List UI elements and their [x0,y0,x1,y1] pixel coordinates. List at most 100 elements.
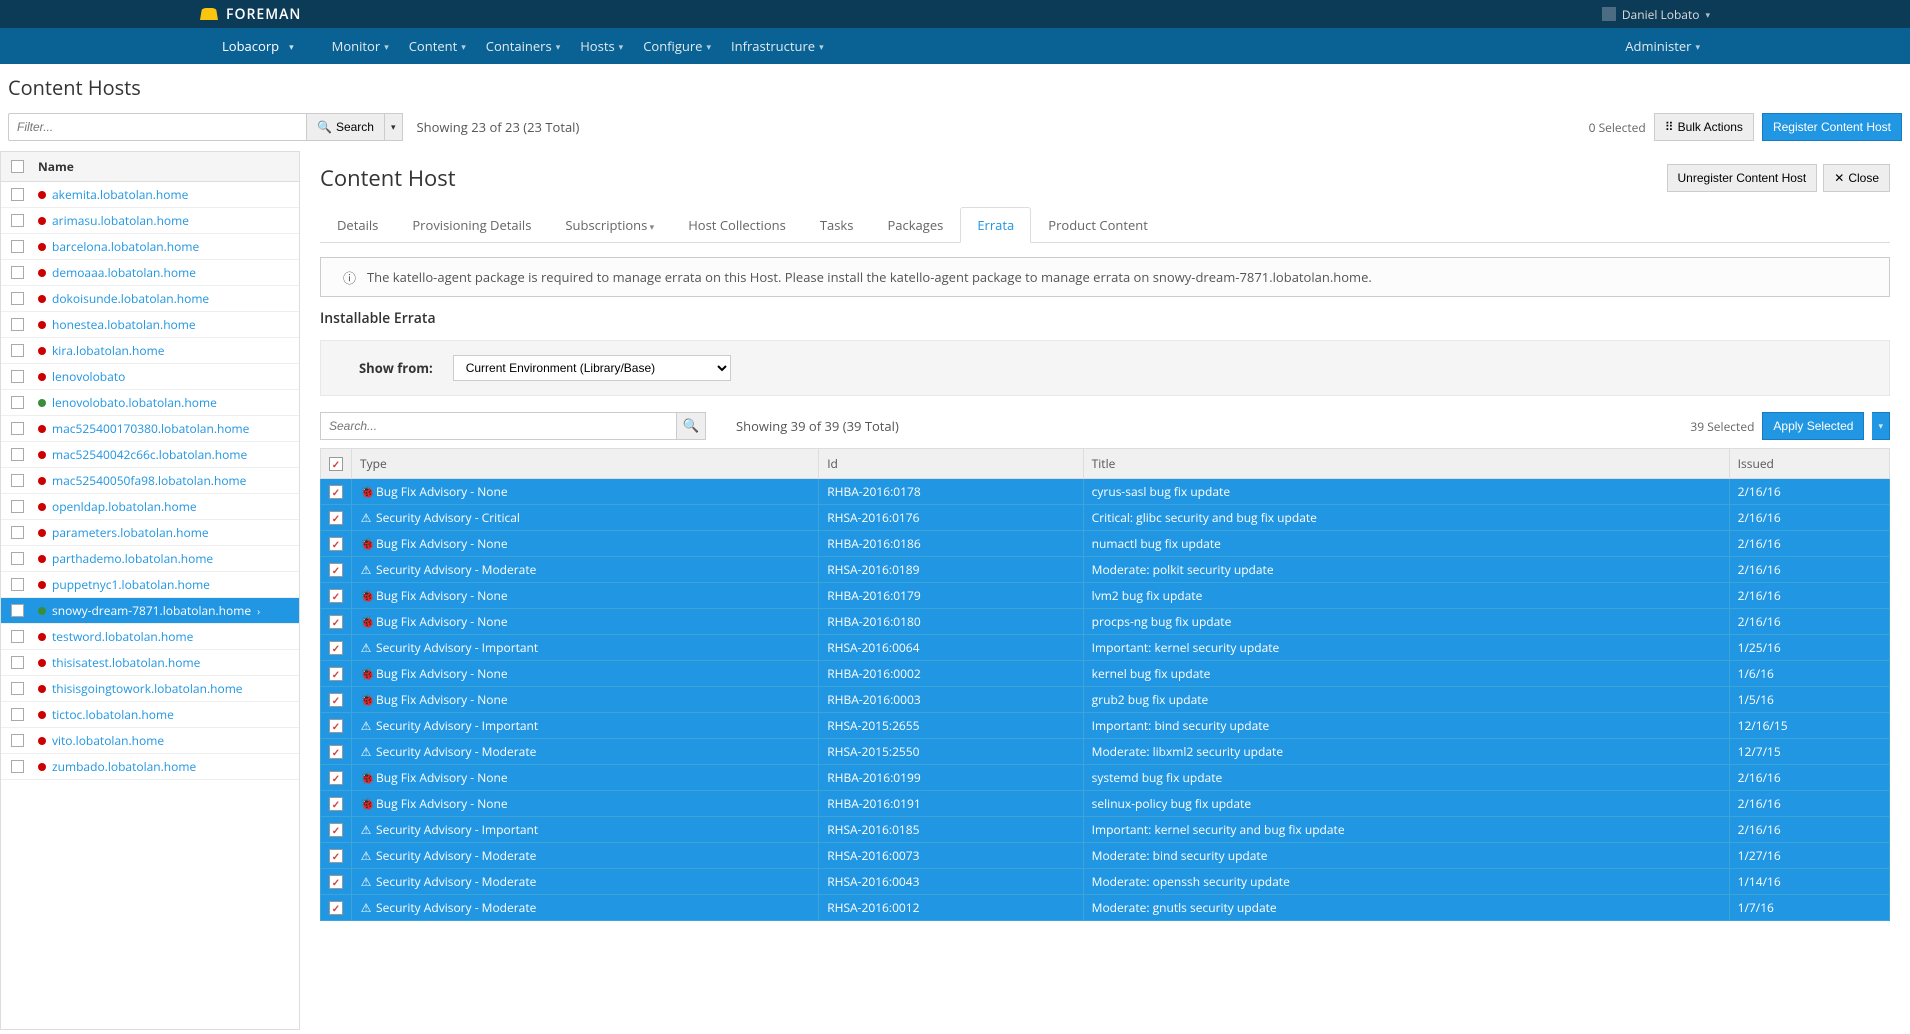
errata-checkbox[interactable] [329,875,343,889]
errata-row[interactable]: ⚠Security Advisory - ImportantRHSA-2016:… [321,635,1890,661]
errata-checkbox[interactable] [329,745,343,759]
host-checkbox[interactable] [11,318,24,331]
errata-row[interactable]: ⚠Security Advisory - ImportantRHSA-2016:… [321,817,1890,843]
host-link[interactable]: kira.lobatolan.home [38,342,164,359]
tab-subscriptions[interactable]: Subscriptions ▾ [548,207,671,242]
errata-id[interactable]: RHSA-2016:0064 [819,635,1083,661]
errata-checkbox[interactable] [329,849,343,863]
errata-id[interactable]: RHBA-2016:0003 [819,687,1083,713]
host-link[interactable]: vito.lobatolan.home [38,732,164,749]
errata-id[interactable]: RHBA-2016:0180 [819,609,1083,635]
host-link[interactable]: mac52540050fa98.lobatolan.home [38,472,246,489]
host-link[interactable]: puppetnyc1.lobatolan.home [38,576,210,593]
close-button[interactable]: ✕ Close [1823,164,1890,192]
host-checkbox[interactable] [11,266,24,279]
errata-checkbox[interactable] [329,511,343,525]
errata-id[interactable]: RHSA-2016:0185 [819,817,1083,843]
errata-row[interactable]: 🐞Bug Fix Advisory - NoneRHBA-2016:0180pr… [321,609,1890,635]
host-checkbox[interactable] [11,422,24,435]
host-row[interactable]: vito.lobatolan.home [1,728,299,754]
host-row[interactable]: zumbado.lobatolan.home [1,754,299,780]
errata-id[interactable]: RHSA-2016:0043 [819,869,1083,895]
host-row[interactable]: tictoc.lobatolan.home [1,702,299,728]
errata-row[interactable]: 🐞Bug Fix Advisory - NoneRHBA-2016:0179lv… [321,583,1890,609]
search-dropdown[interactable]: ▾ [385,113,403,141]
errata-row[interactable]: 🐞Bug Fix Advisory - NoneRHBA-2016:0199sy… [321,765,1890,791]
tab-provisioning-details[interactable]: Provisioning Details [395,207,548,242]
unregister-button[interactable]: Unregister Content Host [1667,164,1818,192]
errata-id[interactable]: RHSA-2016:0012 [819,895,1083,921]
errata-row[interactable]: 🐞Bug Fix Advisory - NoneRHBA-2016:0003gr… [321,687,1890,713]
errata-checkbox[interactable] [329,641,343,655]
host-checkbox[interactable] [11,448,24,461]
errata-row[interactable]: ⚠Security Advisory - ImportantRHSA-2015:… [321,713,1890,739]
nav-containers[interactable]: Containers▾ [476,29,570,63]
search-button[interactable]: 🔍 Search [306,113,385,141]
errata-row[interactable]: ⚠Security Advisory - ModerateRHSA-2015:2… [321,739,1890,765]
host-row[interactable]: puppetnyc1.lobatolan.home [1,572,299,598]
host-row[interactable]: lenovolobato [1,364,299,390]
bulk-actions-button[interactable]: ⠿ Bulk Actions [1654,113,1754,141]
host-checkbox[interactable] [11,474,24,487]
tab-tasks[interactable]: Tasks [803,207,871,242]
host-checkbox[interactable] [11,630,24,643]
errata-id[interactable]: RHBA-2016:0179 [819,583,1083,609]
errata-checkbox[interactable] [329,563,343,577]
host-row[interactable]: thisisgoingtowork.lobatolan.home [1,676,299,702]
host-row[interactable]: kira.lobatolan.home [1,338,299,364]
register-host-button[interactable]: Register Content Host [1762,113,1902,141]
host-link[interactable]: arimasu.lobatolan.home [38,212,189,229]
apply-selected-button[interactable]: Apply Selected [1762,412,1864,440]
org-selector[interactable]: Lobacorp ▾ [200,29,316,63]
th-id[interactable]: Id [819,449,1083,479]
errata-row[interactable]: 🐞Bug Fix Advisory - NoneRHBA-2016:0002ke… [321,661,1890,687]
host-row[interactable]: honestea.lobatolan.home [1,312,299,338]
user-menu[interactable]: Daniel Lobato ▾ [1602,6,1710,23]
errata-checkbox[interactable] [329,667,343,681]
host-checkbox[interactable] [11,396,24,409]
errata-row[interactable]: ⚠Security Advisory - CriticalRHSA-2016:0… [321,505,1890,531]
host-link[interactable]: lenovolobato [38,368,125,385]
host-link[interactable]: thisisatest.lobatolan.home [38,654,200,671]
host-row[interactable]: dokoisunde.lobatolan.home [1,286,299,312]
errata-checkbox[interactable] [329,771,343,785]
nav-hosts[interactable]: Hosts▾ [570,29,633,63]
errata-checkbox[interactable] [329,537,343,551]
host-link[interactable]: tictoc.lobatolan.home [38,706,174,723]
tab-packages[interactable]: Packages [870,207,960,242]
host-link[interactable]: mac525400170380.lobatolan.home [38,420,249,437]
tab-product-content[interactable]: Product Content [1031,207,1165,242]
host-checkbox[interactable] [11,604,24,617]
host-row[interactable]: barcelona.lobatolan.home [1,234,299,260]
host-link[interactable]: parthademo.lobatolan.home [38,550,213,567]
errata-checkbox[interactable] [329,589,343,603]
host-checkbox[interactable] [11,500,24,513]
errata-id[interactable]: RHSA-2015:2655 [819,713,1083,739]
errata-id[interactable]: RHBA-2016:0191 [819,791,1083,817]
host-link[interactable]: honestea.lobatolan.home [38,316,196,333]
host-row[interactable]: mac525400170380.lobatolan.home [1,416,299,442]
select-all-errata-checkbox[interactable] [329,457,343,471]
host-link[interactable]: snowy-dream-7871.lobatolan.home › [38,602,260,619]
host-checkbox[interactable] [11,188,24,201]
errata-checkbox[interactable] [329,797,343,811]
errata-checkbox[interactable] [329,823,343,837]
errata-row[interactable]: 🐞Bug Fix Advisory - NoneRHBA-2016:0186nu… [321,531,1890,557]
nav-configure[interactable]: Configure▾ [633,29,721,63]
host-checkbox[interactable] [11,344,24,357]
host-row[interactable]: thisisatest.lobatolan.home [1,650,299,676]
host-link[interactable]: zumbado.lobatolan.home [38,758,196,775]
host-link[interactable]: barcelona.lobatolan.home [38,238,199,255]
errata-checkbox[interactable] [329,719,343,733]
errata-row[interactable]: ⚠Security Advisory - ModerateRHSA-2016:0… [321,895,1890,921]
th-issued[interactable]: Issued [1729,449,1889,479]
host-checkbox[interactable] [11,552,24,565]
host-row[interactable]: mac52540050fa98.lobatolan.home [1,468,299,494]
host-link[interactable]: lenovolobato.lobatolan.home [38,394,217,411]
host-row[interactable]: openldap.lobatolan.home [1,494,299,520]
errata-id[interactable]: RHSA-2016:0073 [819,843,1083,869]
nav-administer[interactable]: Administer ▾ [1615,29,1710,63]
host-checkbox[interactable] [11,734,24,747]
nav-infrastructure[interactable]: Infrastructure▾ [721,29,834,63]
host-checkbox[interactable] [11,240,24,253]
